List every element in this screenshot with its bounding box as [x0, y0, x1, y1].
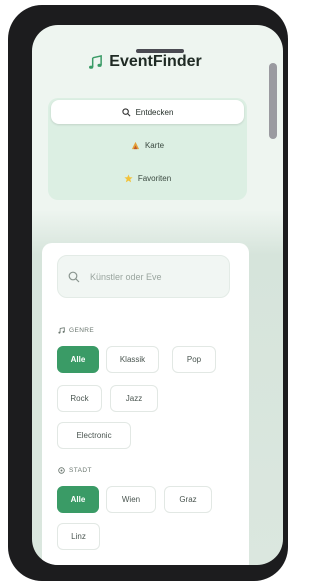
nav-item-label: Entdecken [135, 107, 174, 117]
genre-chip-rock[interactable]: Rock [57, 385, 102, 412]
nav-item-entdecken[interactable]: Entdecken [51, 100, 244, 124]
city-chip-graz[interactable]: Graz [164, 486, 212, 513]
city-chip-linz[interactable]: Linz [57, 523, 100, 550]
search-icon [121, 107, 131, 117]
map-icon [131, 141, 140, 150]
phone-frame: EventFinder Entdecken Karte Favoriten Kü… [8, 5, 288, 581]
search-input[interactable] [88, 270, 212, 283]
nav-item-label: Karte [144, 140, 165, 150]
genre-label: GENRE [69, 327, 95, 334]
genre-chip-jazz[interactable]: Jazz [110, 385, 158, 412]
search-icon [68, 271, 80, 283]
city-chip-wien[interactable]: Wien [106, 486, 156, 513]
location-pin-icon [58, 467, 65, 474]
filter-card: GENRE Alle Klassik Pop Rock Jazz Electro… [42, 243, 249, 565]
search-box[interactable] [57, 255, 230, 298]
music-note-icon [58, 327, 65, 334]
music-note-icon [88, 54, 103, 70]
nav-item-label: Favoriten [137, 173, 172, 183]
nav-item-favoriten[interactable]: Favoriten [51, 166, 244, 190]
nav-item-karte[interactable]: Karte [51, 133, 244, 157]
city-label: STADT [69, 467, 92, 474]
star-icon [124, 173, 133, 183]
app-title: EventFinder [109, 53, 202, 70]
app-screen: EventFinder Entdecken Karte Favoriten Kü… [32, 25, 283, 565]
genre-chip-electronic[interactable]: Electronic [57, 422, 131, 449]
app-header: EventFinder [32, 53, 258, 71]
city-section-label: STADT [58, 467, 92, 474]
genre-chip-pop[interactable]: Pop [172, 346, 216, 373]
scrollbar[interactable] [269, 63, 277, 139]
genre-chip-alle[interactable]: Alle [57, 346, 99, 373]
genre-section-label: GENRE [58, 327, 94, 334]
genre-chip-klassik[interactable]: Klassik [106, 346, 159, 373]
city-chip-alle[interactable]: Alle [57, 486, 99, 513]
main-nav: Entdecken Karte Favoriten [48, 98, 247, 200]
